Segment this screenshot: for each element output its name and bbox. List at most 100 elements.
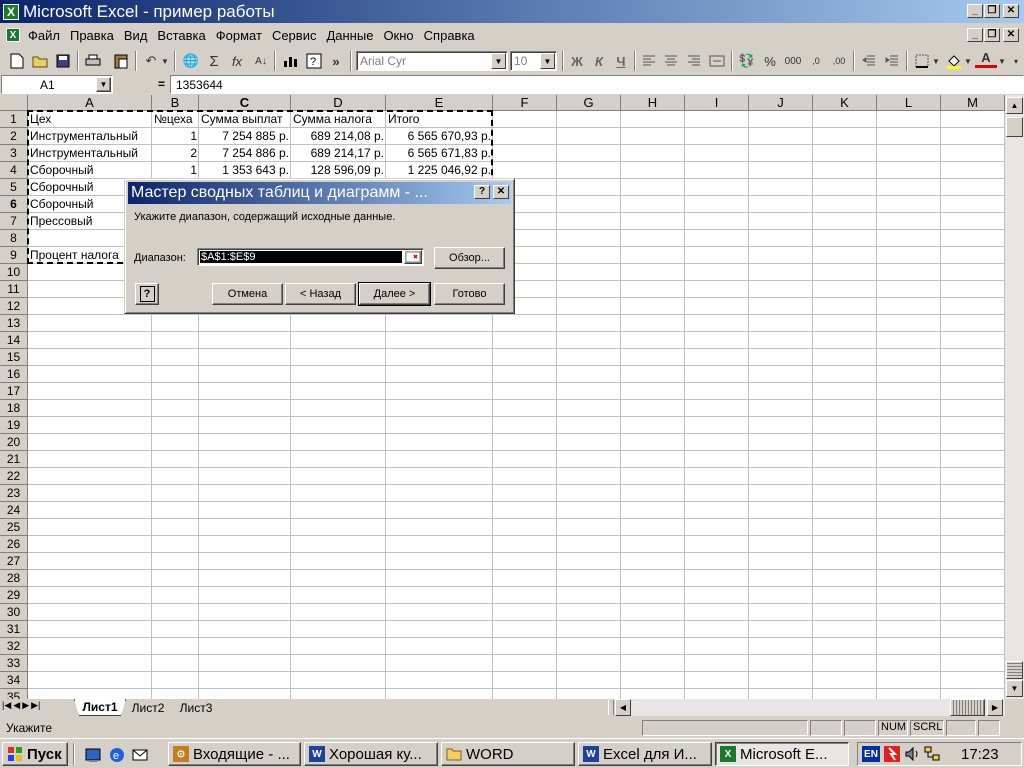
function-icon[interactable]: fx (226, 50, 248, 72)
chevron-down-icon[interactable]: ▼ (96, 77, 111, 92)
decrease-decimal-icon[interactable]: ,00 (828, 50, 850, 72)
collapse-dialog-icon[interactable] (404, 250, 422, 264)
undo-dropdown-icon[interactable]: ▼ (160, 50, 170, 72)
row-header-5[interactable]: 5 (0, 179, 28, 196)
ie-icon[interactable]: e (108, 746, 126, 764)
cell-c2[interactable]: 7 254 885 р. (199, 128, 291, 145)
align-right-icon[interactable] (683, 50, 705, 72)
row-header-28[interactable]: 28 (0, 570, 28, 587)
wizard-help-button[interactable]: ? (135, 283, 159, 305)
column-header-f[interactable]: F (493, 95, 557, 111)
row-header-25[interactable]: 25 (0, 519, 28, 536)
row-header-27[interactable]: 27 (0, 553, 28, 570)
currency-icon[interactable]: 💱 (736, 50, 758, 72)
column-header-m[interactable]: M (941, 95, 1005, 111)
name-box[interactable]: A1 ▼ (1, 75, 113, 94)
column-header-a[interactable]: A (28, 95, 152, 111)
row-header-29[interactable]: 29 (0, 587, 28, 604)
borders-dropdown-icon[interactable]: ▼ (931, 50, 941, 72)
network-icon[interactable] (923, 745, 941, 763)
menu-insert[interactable]: Вставка (152, 28, 210, 43)
cell-e2[interactable]: 6 565 670,93 р. (386, 128, 493, 145)
row-header-11[interactable]: 11 (0, 281, 28, 298)
sort-ascending-icon[interactable]: A↓ (250, 50, 272, 72)
task-word-folder[interactable]: WORD (441, 742, 575, 766)
show-desktop-icon[interactable] (84, 746, 102, 764)
font-size-combo[interactable]: 10 ▼ (510, 51, 557, 71)
scroll-right-icon[interactable]: ▶ (987, 699, 1003, 716)
tab-split-handle[interactable] (608, 700, 614, 715)
scroll-left-icon[interactable]: ◀ (615, 699, 631, 716)
cell-c4[interactable]: 1 353 643 р. (199, 162, 291, 179)
column-header-c[interactable]: C (199, 95, 291, 111)
hyperlink-icon[interactable]: 🌐 (180, 50, 202, 72)
cell-a3[interactable]: Инструментальный (28, 145, 152, 162)
row-header-6[interactable]: 6 (0, 196, 28, 213)
thousands-button[interactable]: 000 (782, 50, 804, 72)
prev-sheet-icon[interactable]: ◀ (13, 700, 20, 711)
doc-close-button[interactable]: ✕ (1003, 28, 1019, 42)
open-icon[interactable] (29, 50, 51, 72)
cell-e3[interactable]: 6 565 671,83 р. (386, 145, 493, 162)
last-sheet-icon[interactable]: ▶| (31, 700, 40, 711)
toolbar-options-icon[interactable]: ▾ (1011, 50, 1021, 72)
tab-sheet1[interactable]: Лист1 (74, 699, 126, 716)
column-header-i[interactable]: I (685, 95, 749, 111)
percent-button[interactable]: % (759, 50, 781, 72)
menu-edit[interactable]: Правка (65, 28, 119, 43)
row-header-13[interactable]: 13 (0, 315, 28, 332)
column-header-j[interactable]: J (749, 95, 813, 111)
column-header-e[interactable]: E (386, 95, 493, 111)
row-header-30[interactable]: 30 (0, 604, 28, 621)
font-color-dropdown-icon[interactable]: ▼ (997, 50, 1007, 72)
row-header-19[interactable]: 19 (0, 417, 28, 434)
column-header-d[interactable]: D (291, 95, 386, 111)
range-input[interactable]: $A$1:$E$9 (197, 248, 424, 266)
cell-a1[interactable]: Цех (28, 111, 152, 128)
underline-button[interactable]: Ч (610, 50, 632, 72)
row-header-8[interactable]: 8 (0, 230, 28, 247)
column-header-b[interactable]: B (152, 95, 199, 111)
row-header-2[interactable]: 2 (0, 128, 28, 145)
row-header-34[interactable]: 34 (0, 672, 28, 689)
cell-e4[interactable]: 1 225 046,92 р. (386, 162, 493, 179)
cell-b1[interactable]: №цеха (152, 111, 199, 128)
scroll-up-icon[interactable]: ▲ (1006, 97, 1023, 114)
row-header-9[interactable]: 9 (0, 247, 28, 264)
row-header-32[interactable]: 32 (0, 638, 28, 655)
row-header-31[interactable]: 31 (0, 621, 28, 638)
decrease-indent-icon[interactable] (858, 50, 880, 72)
workbook-icon[interactable]: X (6, 28, 20, 42)
chart-wizard-icon[interactable] (280, 50, 302, 72)
row-header-14[interactable]: 14 (0, 332, 28, 349)
menu-data[interactable]: Данные (321, 28, 378, 43)
bold-button[interactable]: Ж (566, 50, 588, 72)
row-header-12[interactable]: 12 (0, 298, 28, 315)
cell-b2[interactable]: 1 (152, 128, 199, 145)
row-header-16[interactable]: 16 (0, 366, 28, 383)
row-header-22[interactable]: 22 (0, 468, 28, 485)
chevron-down-icon[interactable]: ▼ (491, 53, 506, 69)
cell-d4[interactable]: 128 596,09 р. (291, 162, 386, 179)
task-microsoft-excel[interactable]: X Microsoft E... (715, 742, 849, 766)
column-header-g[interactable]: G (557, 95, 621, 111)
menu-window[interactable]: Окно (378, 28, 418, 43)
vertical-scrollbar[interactable]: ▲ ▼ (1005, 95, 1024, 699)
dialog-close-button[interactable]: ✕ (493, 185, 509, 199)
column-header-h[interactable]: H (621, 95, 685, 111)
cell-d2[interactable]: 689 214,08 р. (291, 128, 386, 145)
more-buttons-icon[interactable]: » (330, 50, 342, 72)
column-header-k[interactable]: K (813, 95, 877, 111)
row-header-24[interactable]: 24 (0, 502, 28, 519)
align-left-icon[interactable] (638, 50, 660, 72)
cell-d3[interactable]: 689 214,17 р. (291, 145, 386, 162)
back-button[interactable]: < Назад (285, 283, 356, 305)
excel-icon[interactable]: X (3, 3, 19, 20)
row-header-23[interactable]: 23 (0, 485, 28, 502)
cell-c1[interactable]: Сумма выплат (199, 111, 291, 128)
dialog-help-button[interactable]: ? (474, 185, 490, 199)
undo-icon[interactable]: ↶ (140, 50, 162, 72)
row-header-3[interactable]: 3 (0, 145, 28, 162)
row-header-17[interactable]: 17 (0, 383, 28, 400)
column-header-l[interactable]: L (877, 95, 941, 111)
